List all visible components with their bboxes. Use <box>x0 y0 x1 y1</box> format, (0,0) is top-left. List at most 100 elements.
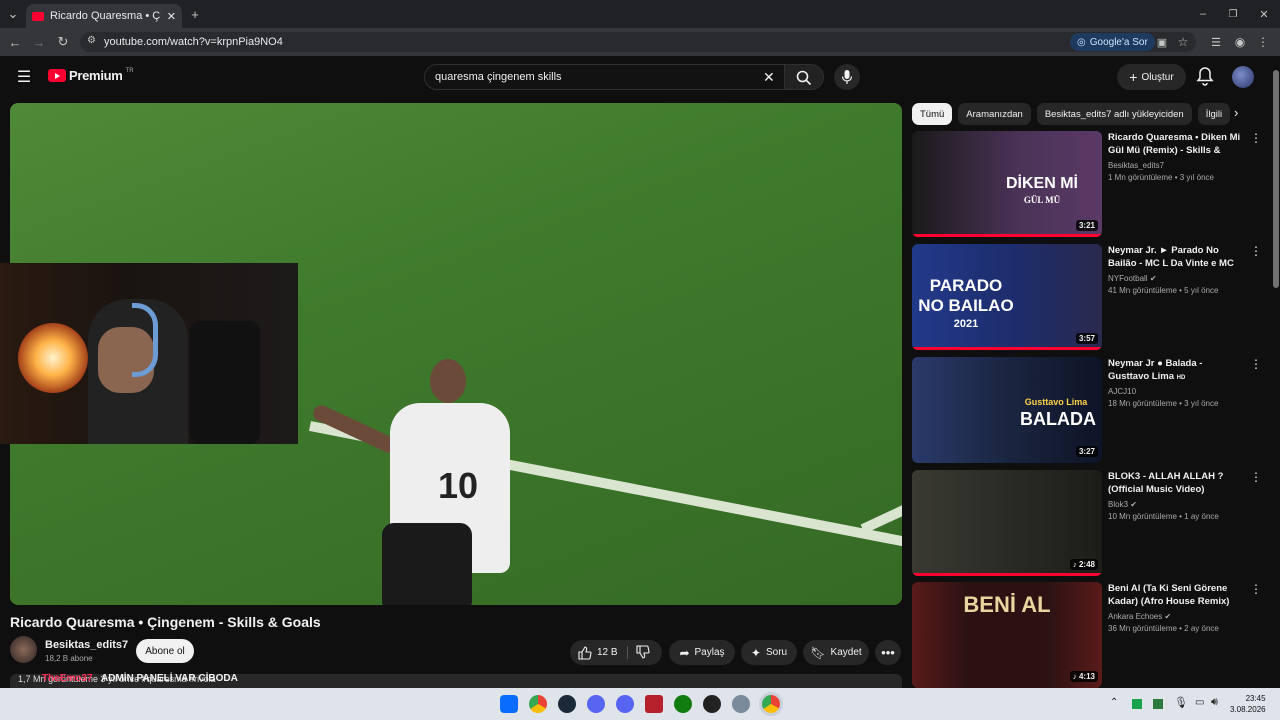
chrome-icon[interactable] <box>529 695 547 713</box>
more-vertical-icon[interactable]: ⋮ <box>1250 131 1262 145</box>
reading-list-icon[interactable]: ☰ <box>1205 31 1227 53</box>
search-button[interactable] <box>784 64 824 90</box>
chip-from-search[interactable]: Aramanızdan <box>958 103 1031 125</box>
more-actions-button[interactable]: ••• <box>875 640 901 665</box>
chip-all[interactable]: Tümü <box>912 103 953 125</box>
video-channel[interactable]: NYFootball ✔ <box>1108 274 1244 283</box>
dislike-button[interactable] <box>636 645 650 662</box>
search-value: quaresma çingenem skills <box>435 71 562 83</box>
page-scrollbar[interactable] <box>1272 56 1280 688</box>
riot-client-icon[interactable] <box>645 695 663 713</box>
discord-icon[interactable] <box>616 695 634 713</box>
subscriber-count: 18,2 B abone <box>45 654 93 663</box>
video-thumbnail[interactable]: ♪ 2:48 <box>912 470 1102 576</box>
reload-icon[interactable]: ↻ <box>52 31 74 53</box>
start-menu-icon[interactable] <box>500 695 518 713</box>
notifications-bell-icon[interactable] <box>1196 66 1214 91</box>
minimize-icon[interactable]: – <box>1192 3 1214 25</box>
music-note-icon: ♪ <box>1072 560 1077 569</box>
tray-clock[interactable]: 23:45 3.08.2026 <box>1230 693 1266 715</box>
tray-chevron-up-icon[interactable]: ⌃ <box>1110 697 1118 708</box>
xbox-icon[interactable] <box>674 695 692 713</box>
channel-name[interactable]: Besiktas_edits7 <box>45 639 128 651</box>
tray-app-icon[interactable] <box>1132 699 1142 709</box>
scrollbar-thumb[interactable] <box>1273 70 1279 288</box>
more-vertical-icon[interactable]: ⋮ <box>1250 470 1262 484</box>
subscribe-button[interactable]: Abone ol <box>136 639 194 663</box>
tab-title: Ricardo Quaresma • Çingenem <box>50 10 161 22</box>
settings-gear-icon[interactable] <box>732 695 750 713</box>
youtube-premium-logo[interactable]: Premium TR <box>48 68 134 83</box>
recommendation-card[interactable]: BENİ AL ♪ 4:13 Beni Al (Ta Ki Seni Gören… <box>912 582 1262 688</box>
recommendation-card[interactable]: DİKEN Mİ GÜL MÜ 3:21 Ricardo Quaresma • … <box>912 131 1262 237</box>
video-channel[interactable]: Blok3 ✔ <box>1108 500 1244 509</box>
address-bar[interactable]: ⚙ youtube.com/watch?v=krpnPia9NO4 <box>80 32 1196 52</box>
more-vertical-icon[interactable]: ⋮ <box>1250 244 1262 258</box>
gaming-chair <box>190 321 260 444</box>
site-info-icon[interactable]: ⚙ <box>87 35 96 46</box>
tab-list-chevron-icon[interactable]: ⌄ <box>2 3 24 25</box>
thumbs-up-icon <box>578 645 592 660</box>
video-thumbnail[interactable]: DİKEN Mİ GÜL MÜ 3:21 <box>912 131 1102 237</box>
video-title[interactable]: BLOK3 - ALLAH ALLAH ? (Official Music Vi… <box>1108 470 1244 496</box>
browser-menu-icon[interactable]: ⋮ <box>1252 31 1274 53</box>
filter-chips: Tümü Aramanızdan Besiktas_edits7 adlı yü… <box>912 103 1252 125</box>
video-meta: Neymar Jr ● Balada - Gusttavo Lima HD AJ… <box>1108 357 1244 408</box>
like-button[interactable]: 12 B <box>578 645 618 660</box>
restore-icon[interactable]: ❐ <box>1222 3 1244 25</box>
forward-icon[interactable]: → <box>28 31 50 53</box>
video-stats: 18 Mn görüntüleme • 3 yıl önce <box>1108 399 1219 408</box>
profile-icon[interactable]: ◉ <box>1229 31 1251 53</box>
clear-search-icon[interactable]: ✕ <box>763 69 775 86</box>
more-vertical-icon[interactable]: ⋮ <box>1250 582 1262 596</box>
music-note-icon: ♪ <box>1072 672 1077 681</box>
close-window-icon[interactable]: ✕ <box>1253 3 1275 25</box>
video-channel[interactable]: Besiktas_edits7 <box>1108 161 1244 170</box>
more-vertical-icon[interactable]: ⋮ <box>1250 357 1262 371</box>
close-tab-icon[interactable]: ✕ <box>167 10 176 23</box>
clock-time: 23:45 <box>1245 694 1266 703</box>
video-title[interactable]: Ricardo Quaresma • Diken Mi Gül Mü (Remi… <box>1108 131 1244 157</box>
tray-network-icon[interactable]: ▭ <box>1195 697 1204 708</box>
account-avatar[interactable] <box>1232 66 1254 88</box>
browser-tab[interactable]: Ricardo Quaresma • Çingenem ✕ <box>26 4 182 28</box>
video-title[interactable]: Neymar Jr. ► Parado No Bailão - MC L Da … <box>1108 244 1244 270</box>
video-channel[interactable]: AJCJ10 <box>1108 387 1244 396</box>
voice-search-button[interactable] <box>834 64 860 90</box>
hamburger-menu-icon[interactable]: ☰ <box>13 66 35 88</box>
chip-related[interactable]: İlgili <box>1197 103 1231 125</box>
ask-button[interactable]: ✦ Soru <box>741 640 797 665</box>
share-button[interactable]: ➦ Paylaş <box>669 640 735 665</box>
google-sor-button[interactable]: ◎ Google'a Sor <box>1070 33 1155 51</box>
video-title[interactable]: Neymar Jr ● Balada - Gusttavo Lima HD <box>1108 357 1244 383</box>
recommendation-card[interactable]: Gusttavo Lima BALADA 3:27 Neymar Jr ● Ba… <box>912 357 1262 463</box>
discord-icon[interactable] <box>587 695 605 713</box>
watched-progress-bar <box>912 234 1102 237</box>
recommendation-card[interactable]: PARADO NO BAILAO 2021 3:57 Neymar Jr. ► … <box>912 244 1262 350</box>
logo-country: TR <box>125 67 134 74</box>
chip-from-uploader[interactable]: Besiktas_edits7 adlı yükleyiciden <box>1036 103 1192 125</box>
tray-volume-icon[interactable]: 🔊︎ <box>1211 696 1218 709</box>
back-icon[interactable]: ← <box>4 31 26 53</box>
clock-date: 3.08.2026 <box>1230 705 1266 714</box>
video-thumbnail[interactable]: BENİ AL ♪ 4:13 <box>912 582 1102 688</box>
save-button[interactable]: 🔖︎ Kaydet <box>803 640 869 665</box>
video-thumbnail[interactable]: PARADO NO BAILAO 2021 3:57 <box>912 244 1102 350</box>
ask-label: Soru <box>765 647 788 658</box>
new-tab-icon[interactable]: + <box>184 3 206 25</box>
create-button[interactable]: + Oluştur <box>1117 64 1186 90</box>
tray-app-icon[interactable] <box>1153 699 1163 709</box>
steam-icon[interactable] <box>558 695 576 713</box>
video-thumbnail[interactable]: Gusttavo Lima BALADA 3:27 <box>912 357 1102 463</box>
video-title[interactable]: Beni Al (Ta Ki Seni Görene Kadar) (Afro … <box>1108 582 1244 608</box>
chrome-active-icon[interactable] <box>762 695 780 713</box>
bookmark-star-icon[interactable]: ☆ <box>1172 31 1194 53</box>
tray-microphone-icon[interactable]: 🎙︎ <box>1174 696 1188 709</box>
channel-avatar[interactable] <box>10 636 37 663</box>
video-channel[interactable]: Ankara Echoes ✔ <box>1108 612 1244 621</box>
obs-icon[interactable] <box>703 695 721 713</box>
cast-icon[interactable]: ▣ <box>1151 31 1173 53</box>
recommendation-card[interactable]: ♪ 2:48 BLOK3 - ALLAH ALLAH ? (Official M… <box>912 470 1262 576</box>
chips-next-chevron-icon[interactable]: › <box>1234 105 1252 123</box>
search-input[interactable]: quaresma çingenem skills ✕ <box>424 64 786 90</box>
